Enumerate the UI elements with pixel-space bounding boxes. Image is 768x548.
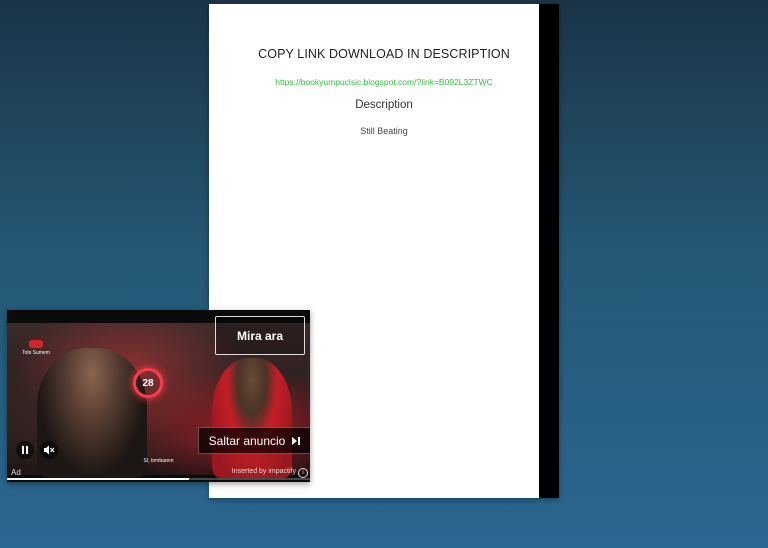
ad-label: Ad [11, 468, 21, 477]
ad-progress-fill [7, 478, 189, 480]
pause-icon [22, 446, 28, 454]
download-link[interactable]: https://bookyumpuclsic.blogspot.com/?lin… [209, 77, 559, 87]
info-icon[interactable]: i [298, 468, 308, 478]
document-title: COPY LINK DOWNLOAD IN DESCRIPTION [258, 47, 510, 61]
skip-next-icon [292, 436, 301, 445]
cta-button[interactable]: Mira ara [215, 316, 305, 355]
description-heading: Description [355, 99, 413, 111]
description-text: Still Beating [360, 126, 408, 136]
brand-logo-text: Tots Sumem [22, 350, 50, 356]
skip-ad-label: Saltar anuncio [208, 433, 286, 448]
brand-logo: Tots Sumem [21, 340, 51, 356]
mute-button[interactable] [40, 441, 58, 459]
skip-ad-button[interactable]: Saltar anuncio [198, 427, 310, 454]
video-ad-player[interactable]: 28 Tots Sumem Sí, tombarem Mira ara Salt… [7, 310, 310, 482]
neon-sign: 28 [133, 368, 163, 398]
ad-subtitle: Sí, tombarem [143, 458, 174, 464]
volume-mute-icon [44, 445, 55, 455]
ad-progress-bar [7, 478, 310, 480]
powered-by-label: Inserted by impactify [231, 468, 296, 475]
brand-logo-mark [29, 340, 43, 348]
pause-button[interactable] [16, 441, 34, 459]
